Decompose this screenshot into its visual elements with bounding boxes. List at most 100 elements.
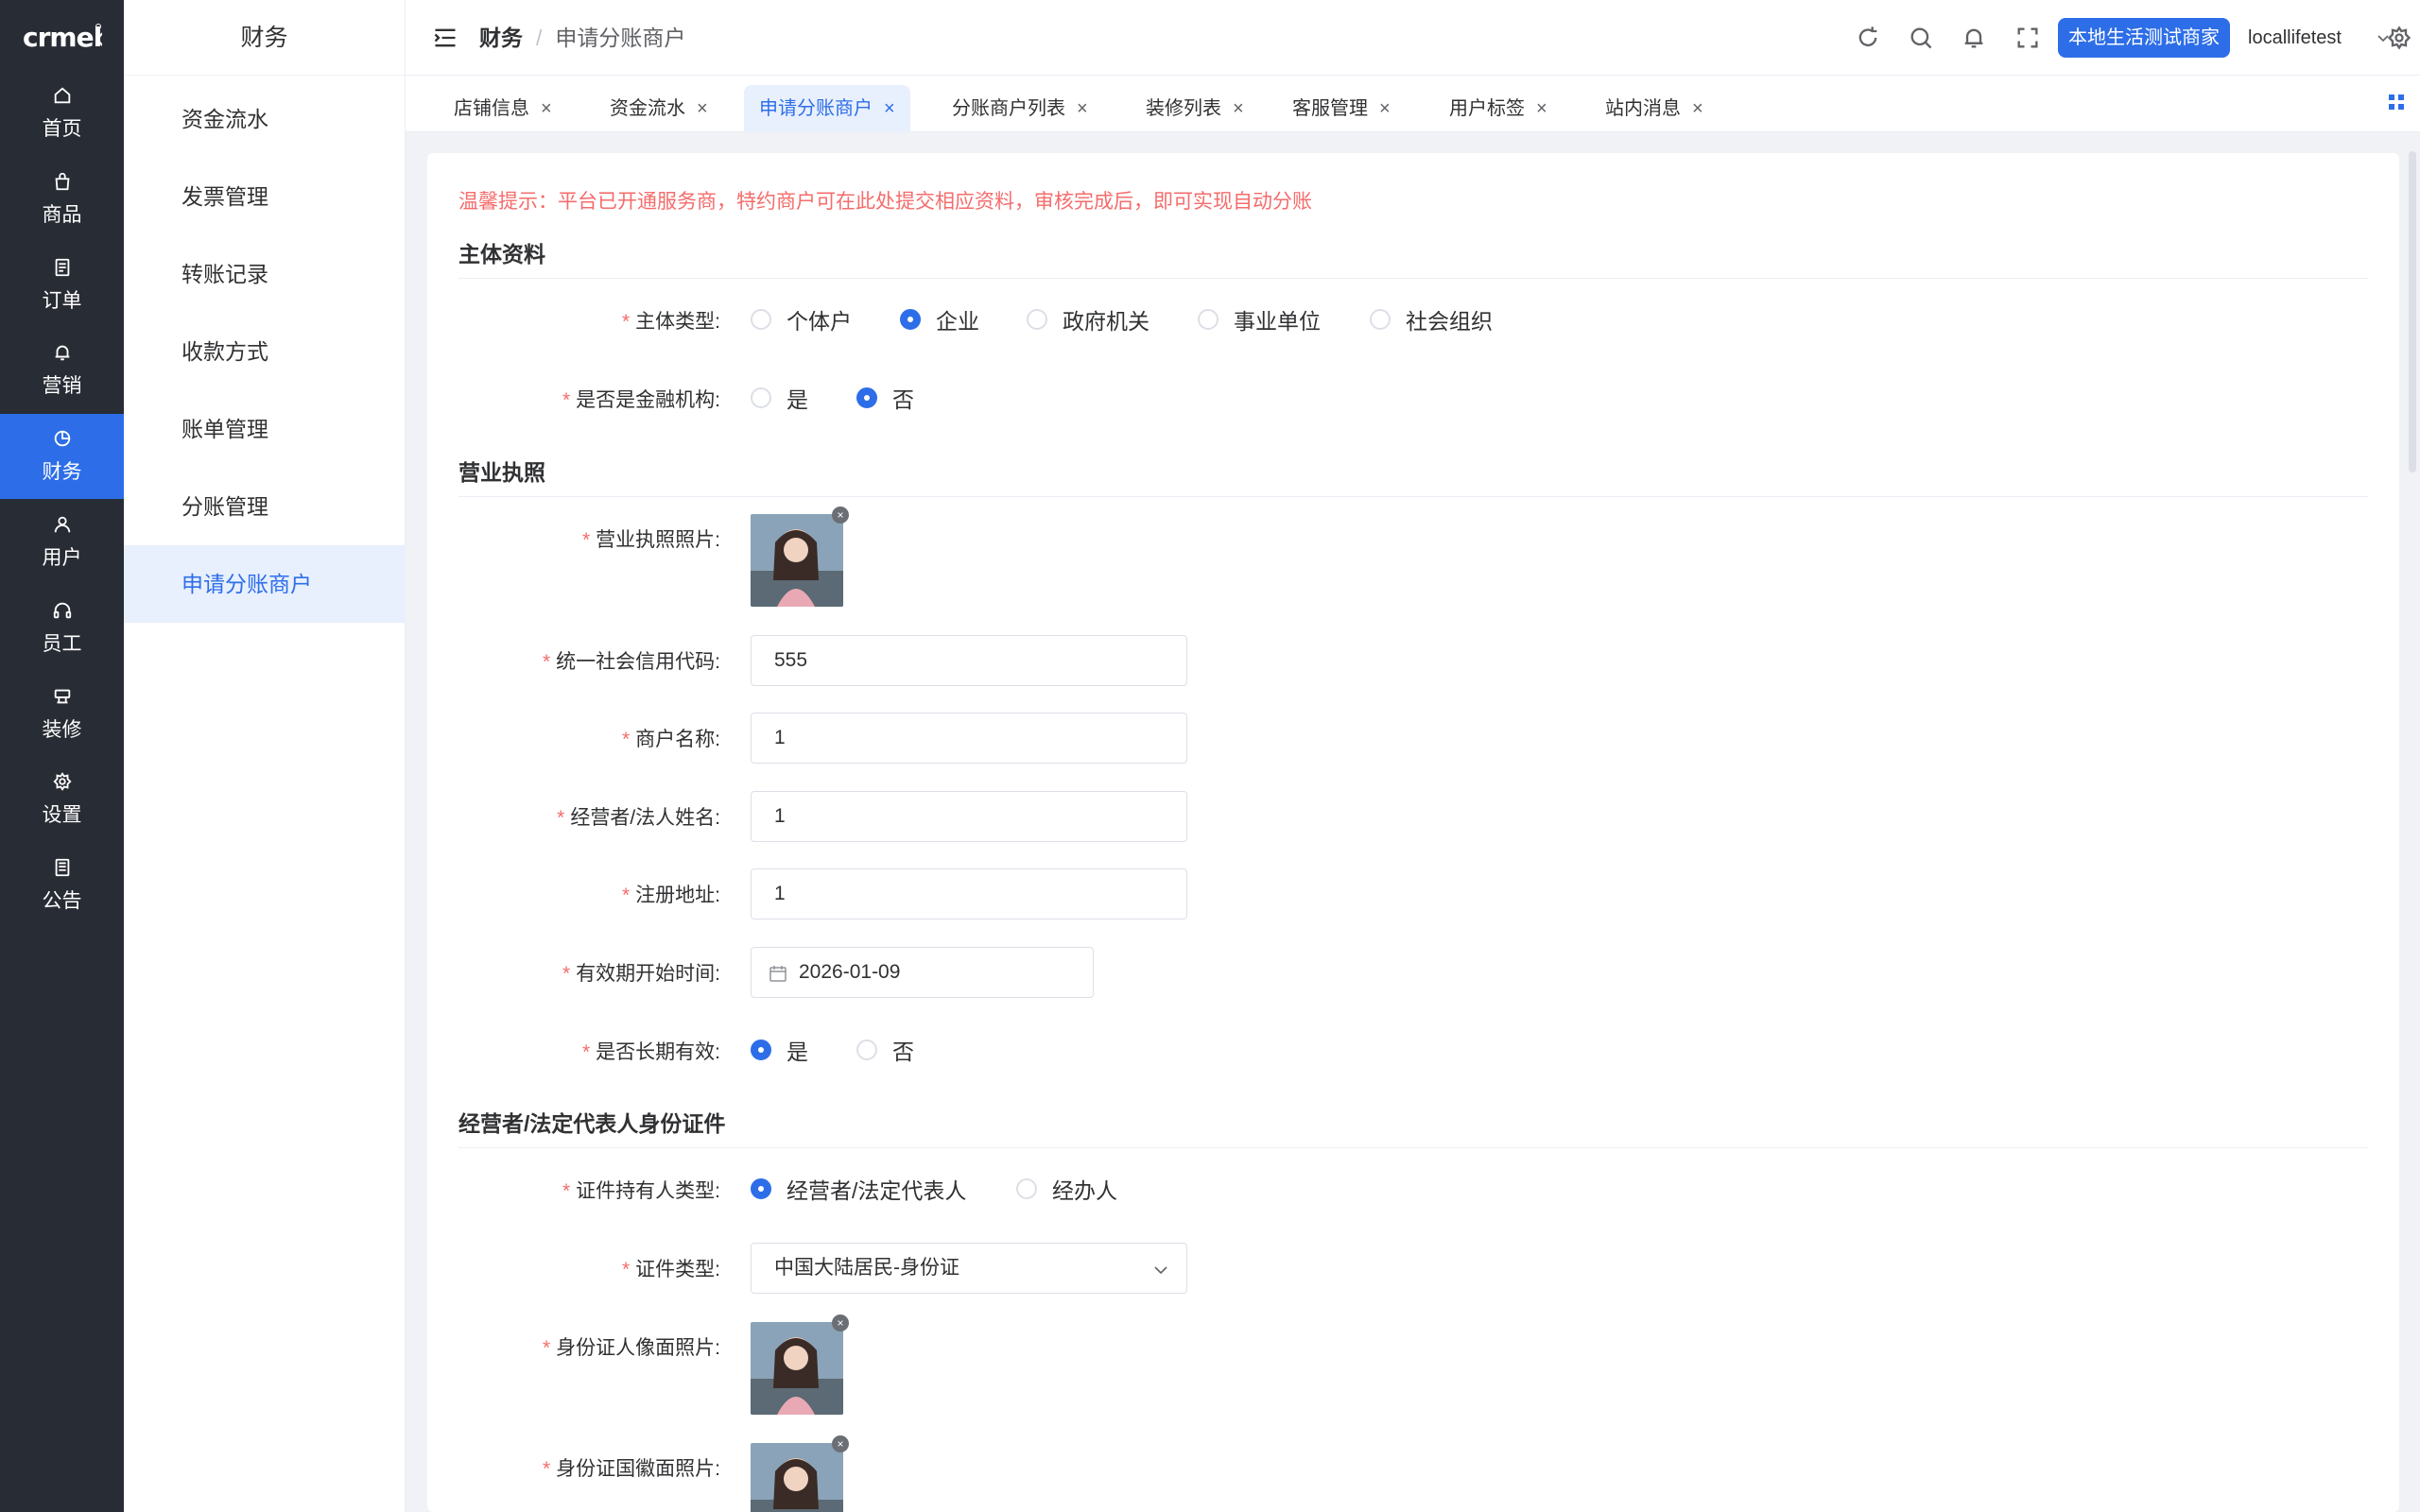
radio-holder-agent[interactable]: 经办人 xyxy=(1016,1173,1117,1205)
tab-fund-flow[interactable]: 资金流水 × xyxy=(595,85,723,132)
credit-code-input[interactable]: 555 xyxy=(751,635,1187,686)
close-icon[interactable]: × xyxy=(697,98,708,119)
required-mark: * xyxy=(542,1337,551,1359)
finance-subnav: 财务 资金流水 发票管理 转账记录 收款方式 账单管理 分账管理 申请分账商户 xyxy=(124,0,406,1512)
radio-circle xyxy=(1016,1178,1037,1199)
radio-enterprise[interactable]: 企业 xyxy=(900,303,979,335)
required-mark: * xyxy=(562,963,571,985)
long-term-label: * 是否长期有效: xyxy=(427,1037,720,1065)
radio-financial-yes[interactable]: 是 xyxy=(751,382,808,414)
radio-institution[interactable]: 事业单位 xyxy=(1198,303,1321,335)
tab-label: 店铺信息 xyxy=(454,98,529,119)
tab-apply-split-merchant[interactable]: 申请分账商户 × xyxy=(744,85,910,132)
label-text: 证件类型: xyxy=(635,1259,720,1280)
refresh-icon[interactable] xyxy=(1855,25,1881,51)
label-text: 营业执照照片: xyxy=(596,529,720,551)
remove-photo-icon[interactable]: × xyxy=(832,1435,849,1452)
subnav-item-bill[interactable]: 账单管理 xyxy=(124,390,406,468)
close-icon[interactable]: × xyxy=(1077,98,1088,119)
remove-photo-icon[interactable]: × xyxy=(832,1314,849,1332)
rail-item-order[interactable]: 订单 xyxy=(0,243,124,328)
menu-collapse-icon[interactable] xyxy=(432,25,458,51)
radio-long-term-yes[interactable]: 是 xyxy=(751,1034,808,1066)
fullscreen-icon[interactable] xyxy=(2014,25,2041,51)
license-photo-label: * 营业执照照片: xyxy=(427,524,720,553)
tab-user-tags[interactable]: 用户标签 × xyxy=(1434,85,1563,132)
breadcrumb-root[interactable]: 财务 xyxy=(479,26,523,50)
vertical-scrollbar[interactable] xyxy=(2409,151,2416,472)
remove-photo-icon[interactable]: × xyxy=(832,507,849,524)
required-mark: * xyxy=(621,311,631,333)
reg-address-input[interactable]: 1 xyxy=(751,868,1187,919)
required-mark: * xyxy=(542,1458,551,1480)
rail-item-home[interactable]: 首页 xyxy=(0,71,124,156)
id-back-thumbnail[interactable] xyxy=(751,1443,843,1512)
rail-item-finance[interactable]: 财务 xyxy=(0,414,124,499)
logo-text: crmeb xyxy=(23,22,102,53)
rail-item-notice[interactable]: 公告 xyxy=(0,843,124,928)
required-mark: * xyxy=(562,389,571,411)
id-front-thumbnail[interactable] xyxy=(751,1322,843,1415)
close-icon[interactable]: × xyxy=(1379,98,1391,119)
required-mark: * xyxy=(621,885,631,906)
radio-label: 政府机关 xyxy=(1063,309,1150,334)
tab-split-merchant-list[interactable]: 分账商户列表 × xyxy=(937,85,1103,132)
tab-label: 客服管理 xyxy=(1292,98,1368,119)
radio-circle xyxy=(751,1178,771,1199)
subnav-item-split[interactable]: 分账管理 xyxy=(124,468,406,545)
financial-label: * 是否是金融机构: xyxy=(427,385,720,413)
merchant-name-label: * 商户名称: xyxy=(427,724,720,752)
user-menu[interactable]: locallifetest xyxy=(2248,0,2342,76)
rail-item-label: 首页 xyxy=(42,118,82,140)
rail-item-marketing[interactable]: 营销 xyxy=(0,328,124,413)
radio-long-term-no[interactable]: 否 xyxy=(856,1034,914,1066)
rail-item-product[interactable]: 商品 xyxy=(0,157,124,242)
rail-item-staff[interactable]: 员工 xyxy=(0,586,124,671)
rail-item-label: 商品 xyxy=(42,204,82,226)
subnav-item-payment-method[interactable]: 收款方式 xyxy=(124,313,406,390)
form-card: 温馨提示：平台已开通服务商，特约商户可在此处提交相应资料，审核完成后，即可实现自… xyxy=(427,153,2399,1512)
photo-image xyxy=(751,1443,843,1512)
rail-item-label: 员工 xyxy=(42,633,82,655)
close-icon[interactable]: × xyxy=(884,98,895,119)
shop-switch-button[interactable]: 本地生活测试商家 xyxy=(2058,18,2230,58)
close-icon[interactable]: × xyxy=(1692,98,1703,119)
rail-item-label: 订单 xyxy=(42,290,82,312)
id-type-select[interactable]: 中国大陆居民-身份证 xyxy=(751,1243,1187,1294)
rail-item-settings[interactable]: 设置 xyxy=(0,757,124,842)
radio-circle xyxy=(856,387,877,408)
search-icon[interactable] xyxy=(1908,25,1934,51)
notification-bell-icon[interactable] xyxy=(1961,25,1987,51)
settings-icon[interactable] xyxy=(2386,25,2412,51)
license-photo-thumbnail[interactable] xyxy=(751,514,843,607)
radio-financial-no[interactable]: 否 xyxy=(856,382,914,414)
subnav-item-fund-flow[interactable]: 资金流水 xyxy=(124,80,406,158)
rail-item-decor[interactable]: 装修 xyxy=(0,672,124,757)
close-icon[interactable]: × xyxy=(541,98,552,119)
top-header: 财务 / 申请分账商户 本地生活测试商家 locallifetest xyxy=(406,0,2420,76)
crmeb-logo[interactable]: crmeb xyxy=(23,21,102,55)
tab-decor-list[interactable]: 装修列表 × xyxy=(1131,85,1259,132)
radio-holder-legal-rep[interactable]: 经营者/法定代表人 xyxy=(751,1173,966,1205)
tabs-grid-icon[interactable] xyxy=(2387,93,2406,112)
label-text: 证件持有人类型: xyxy=(576,1180,720,1202)
valid-start-date-picker[interactable]: 2026-01-09 xyxy=(751,947,1094,998)
close-icon[interactable]: × xyxy=(1233,98,1244,119)
radio-government[interactable]: 政府机关 xyxy=(1027,303,1150,335)
rail-item-user[interactable]: 用户 xyxy=(0,500,124,585)
radio-social-org[interactable]: 社会组织 xyxy=(1370,303,1493,335)
required-mark: * xyxy=(562,1180,571,1202)
radio-circle xyxy=(751,387,771,408)
breadcrumb-separator: / xyxy=(536,26,543,50)
subnav-item-invoice[interactable]: 发票管理 xyxy=(124,158,406,235)
merchant-name-input[interactable]: 1 xyxy=(751,713,1187,764)
tab-shop-info[interactable]: 店铺信息 × xyxy=(439,85,567,132)
main-sidebar: crmeb 首页 商品 订单 营销 财务 用户 员工 装修 设置 公告 xyxy=(0,0,124,1512)
legal-name-input[interactable]: 1 xyxy=(751,791,1187,842)
tab-site-messages[interactable]: 站内消息 × xyxy=(1590,85,1719,132)
radio-individual[interactable]: 个体户 xyxy=(751,303,852,335)
subnav-item-apply-split-merchant[interactable]: 申请分账商户 xyxy=(124,545,406,623)
tab-customer-service[interactable]: 客服管理 × xyxy=(1277,85,1406,132)
close-icon[interactable]: × xyxy=(1536,98,1547,119)
subnav-item-transfer[interactable]: 转账记录 xyxy=(124,235,406,313)
